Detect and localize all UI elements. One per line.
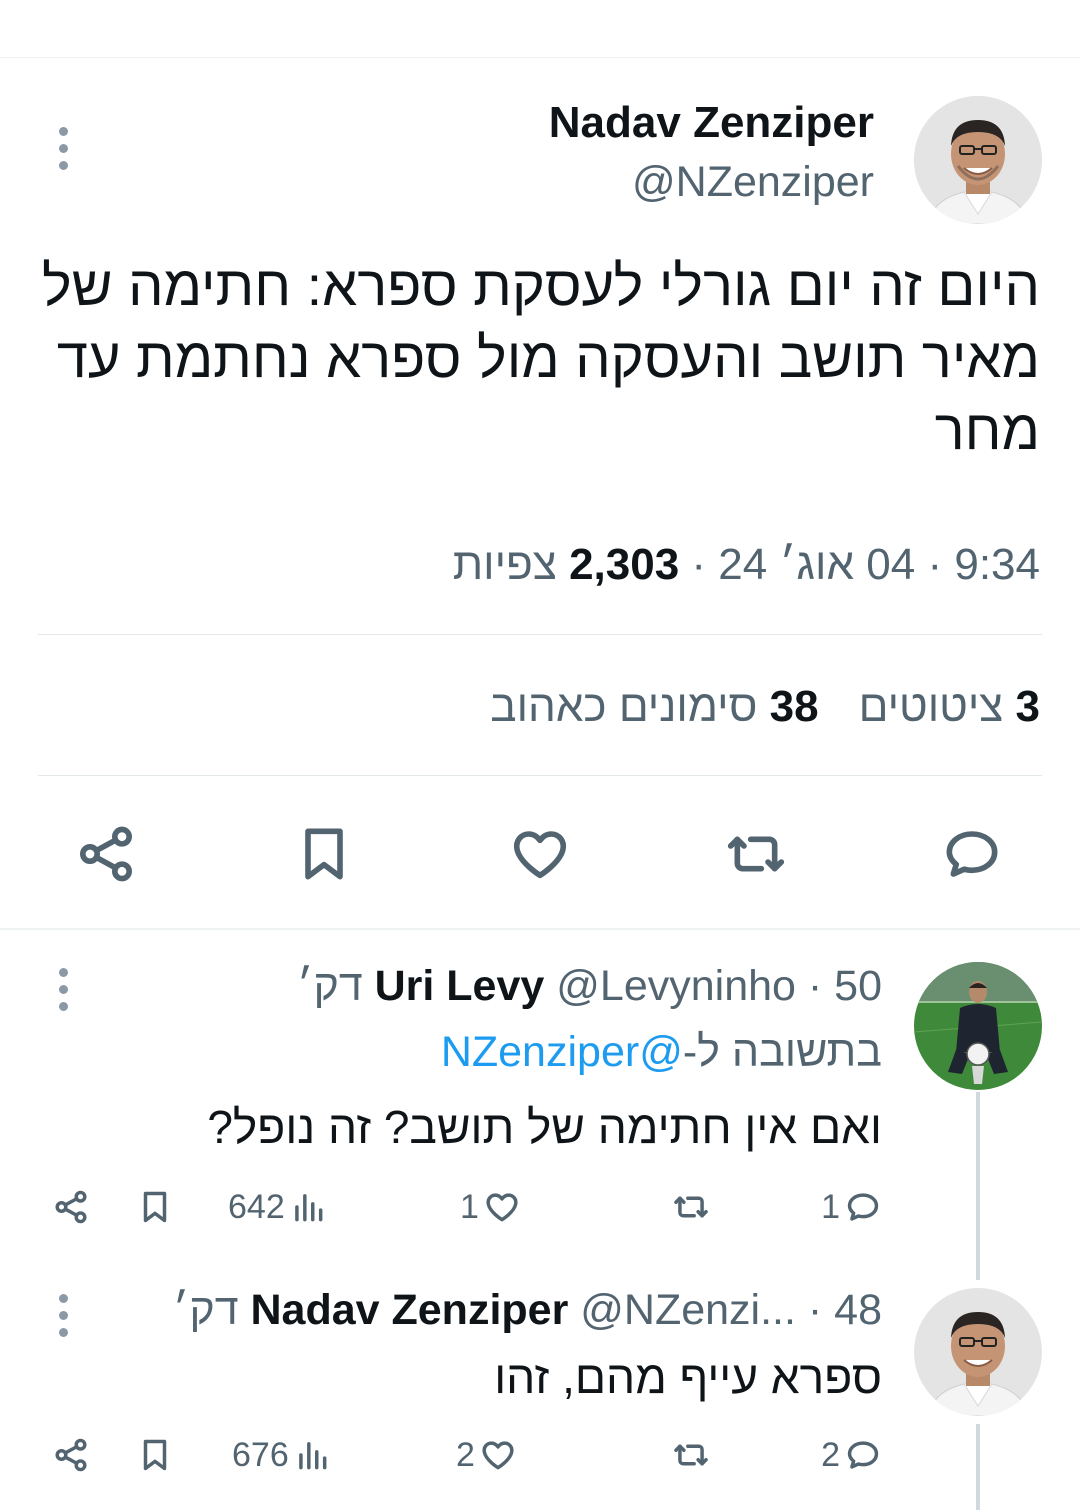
retweet-icon (674, 1196, 708, 1218)
reply-views-button[interactable]: 676 (232, 1430, 331, 1480)
reply-views-count: 676 (232, 1435, 289, 1474)
tweet-stats: 3 ציטוטים 38 סימונים כאהוב (490, 682, 1040, 732)
share-icon (55, 1190, 87, 1224)
retweet-icon (674, 1444, 708, 1466)
like-icon[interactable] (504, 818, 576, 890)
views-label: צפיות (452, 540, 570, 589)
bookmark-icon (143, 1191, 167, 1223)
likes-stat[interactable]: 38 סימונים כאהוב (490, 682, 818, 732)
tweet-text: היום זה יום גורלי לעסקת ספרא: חתימה של מ… (42, 254, 1040, 461)
reply-text: ואם אין חתימה של תושב? זה נופל? (207, 1101, 882, 1153)
reply-bookmark-button[interactable] (136, 1430, 174, 1480)
reply-header: Uri Levy @Levyninho · 50 דק׳ (297, 962, 882, 1011)
reply-retweet-button[interactable] (668, 1430, 710, 1480)
author-avatar[interactable] (914, 96, 1042, 224)
reply-more-options-icon[interactable] (58, 968, 68, 1011)
reply-bookmark-button[interactable] (136, 1182, 174, 1232)
section-divider (0, 928, 1080, 930)
views-icon (294, 1194, 323, 1222)
reply-text: ספרא עייף מהם, זהו (494, 1351, 882, 1403)
thread-line (976, 1424, 980, 1510)
reply-like-count: 2 (456, 1435, 475, 1474)
likes-label: סימונים כאהוב (490, 682, 770, 731)
thread-line (976, 1092, 980, 1280)
top-divider (0, 57, 1080, 58)
reply-views-count: 642 (228, 1187, 285, 1226)
reply-action-bar: 1 1 642 (40, 1182, 882, 1232)
share-icon[interactable] (70, 818, 142, 890)
views-count: 2,303 (569, 540, 680, 589)
retweet-icon[interactable] (720, 818, 792, 890)
views-icon (298, 1442, 327, 1470)
divider (38, 775, 1042, 776)
reply-author-name[interactable]: Nadav Zenziper (250, 1286, 568, 1334)
more-options-icon[interactable] (58, 127, 68, 170)
reply-icon (847, 1193, 879, 1221)
reply-reply-count: 2 (821, 1435, 840, 1474)
quotes-label: ציטוטים (858, 682, 1016, 731)
quotes-count: 3 (1015, 682, 1040, 731)
reply-more-options-icon[interactable] (58, 1294, 68, 1337)
reply-reply-button[interactable]: 2 (821, 1430, 882, 1480)
replying-to: בתשובה ל-@NZenziper (441, 1028, 882, 1077)
reply-views-button[interactable]: 642 (228, 1182, 327, 1232)
reply-share-button[interactable] (52, 1430, 90, 1480)
bookmark-icon (143, 1439, 167, 1471)
reply-retweet-button[interactable] (668, 1182, 710, 1232)
reply-author-name[interactable]: Uri Levy (375, 962, 545, 1010)
divider (38, 634, 1042, 635)
reply-avatar[interactable] (914, 1288, 1042, 1416)
tweet-timestamp[interactable]: 9:34 · 04 אוג׳ 24 · (679, 540, 1040, 589)
reply-reply-count: 1 (821, 1187, 840, 1226)
bookmark-icon[interactable] (288, 818, 360, 890)
reply-icon (847, 1441, 879, 1469)
quotes-stat[interactable]: 3 ציטוטים (859, 682, 1040, 732)
likes-count: 38 (769, 682, 819, 731)
author-handle[interactable]: @NZenziper (632, 158, 874, 207)
replying-to-mention[interactable]: @NZenziper (441, 1028, 683, 1076)
reply-avatar[interactable] (914, 962, 1042, 1090)
author-name[interactable]: Nadav Zenziper (549, 98, 874, 148)
tweet-meta: 9:34 · 04 אוג׳ 24 · 2,303 צפיות (453, 540, 1040, 590)
reply-header: Nadav Zenziper @NZenzi... · 48 דק׳ (173, 1286, 882, 1335)
share-icon (55, 1438, 87, 1472)
like-icon (486, 1193, 518, 1222)
tweet-action-bar (0, 818, 1080, 890)
replying-to-label: בתשובה ל- (682, 1028, 882, 1076)
reply-like-button[interactable]: 1 (460, 1182, 521, 1232)
reply-action-bar: 2 2 676 (40, 1430, 882, 1480)
reply-share-button[interactable] (52, 1182, 90, 1232)
reply-icon[interactable] (936, 818, 1008, 890)
reply-reply-button[interactable]: 1 (821, 1182, 882, 1232)
reply-like-count: 1 (460, 1187, 479, 1226)
like-icon (482, 1441, 514, 1470)
reply-like-button[interactable]: 2 (456, 1430, 517, 1480)
